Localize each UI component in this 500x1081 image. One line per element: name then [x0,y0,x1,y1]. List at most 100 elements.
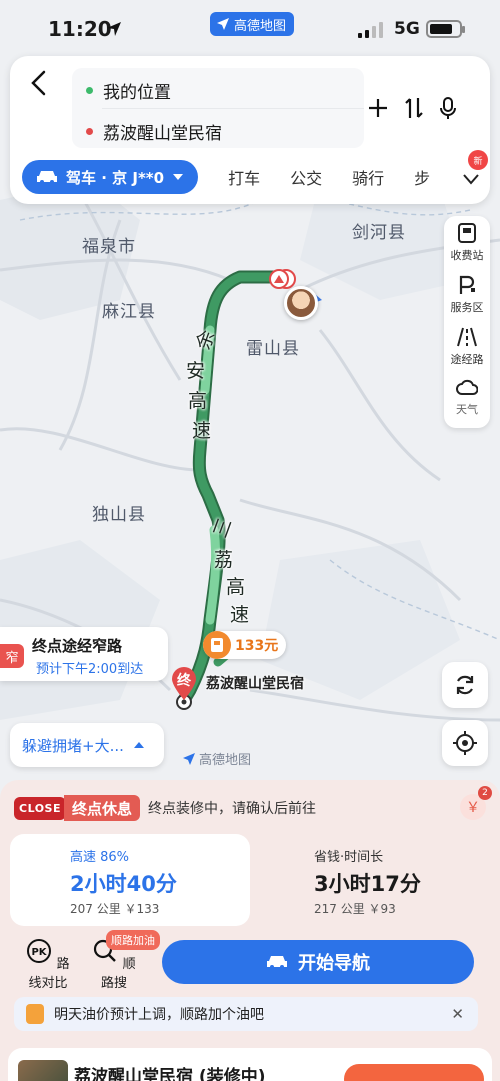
place-label: 麻江县 [102,302,156,322]
map-watermark: 高德地图 [182,749,251,768]
destination-map-label: 荔波醒山堂民宿 [206,676,304,692]
destination-card-title: 荔波醒山堂民宿 (装修中) [74,1067,266,1081]
car-icon [37,171,57,184]
refresh-route-button[interactable] [442,662,488,708]
tool-toll-station[interactable]: 收费站 [444,216,490,268]
tool-via-road[interactable]: 途经路 [444,320,490,372]
toll-price: 133元 [235,638,279,654]
cloud-icon [456,379,478,395]
road-name-char: 速 [230,604,250,626]
add-waypoint-icon[interactable] [364,94,392,122]
road-name-char: 安 [186,360,206,382]
destination-field[interactable]: 荔波醒山堂民宿 [86,119,222,144]
destination-card[interactable]: 荔波醒山堂民宿 (装修中) [8,1048,492,1081]
app-return-label: 高德地图 [234,18,287,34]
tool-label: 服务区 [450,301,484,314]
refresh-icon [456,675,474,695]
place-label: 雷山县 [246,339,300,359]
microphone-icon[interactable] [434,94,462,122]
mode-taxi[interactable]: 打车 [228,165,260,189]
amap-logo-icon [183,752,195,765]
route-option-meta: 207 公里 ￥133 [70,902,160,916]
route-planner-card: 我的位置 荔波醒山堂民宿 驾车 · 京 J**0 打车 公交 骑行 步 新 [10,56,490,204]
place-label: 剑河县 [352,223,406,243]
new-badge: 新 [468,150,488,170]
route-option-time: 2小时40分 [70,872,177,896]
narrow-hint-title: 终点途经窄路 [32,637,123,655]
travel-mode-row: 驾车 · 京 J**0 打车 公交 骑行 步 新 [22,150,490,194]
close-icon[interactable]: ✕ [451,1005,464,1023]
battery-icon [426,20,465,38]
route-option-time: 3小时17分 [314,872,421,896]
mode-transit[interactable]: 公交 [290,165,322,189]
tool-label: 天气 [456,403,478,416]
yen-icon[interactable]: ￥ 2 [460,786,492,820]
start-navigation-label: 开始导航 [298,953,370,974]
tool-weather[interactable]: 天气 [444,372,490,424]
route-option-tag: 高速 86% [70,850,130,865]
destination-warning[interactable]: CLOSE 终点休息 终点装修中，请确认后前往 [14,794,316,822]
user-avatar[interactable] [284,286,318,320]
destination-dot [86,128,93,135]
warning-tag: 终点休息 [63,795,140,821]
narrow-road-hint[interactable]: 窄 终点途经窄路 预计下午2:00到达 [0,627,168,681]
mode-drive[interactable]: 驾车 · 京 J**0 [22,160,199,194]
more-modes-chevron-icon[interactable] [458,166,484,192]
warning-text: 终点装修中，请确认后前往 [148,801,316,817]
mode-drive-label: 驾车 · 京 J**0 [66,168,165,187]
app-return-pill[interactable]: 高德地图 [210,12,295,36]
route-preference-label: 躲避拥堵+大... [22,736,124,755]
road-icon [457,327,477,347]
tool-label: 收费站 [450,249,484,262]
origin-dot [86,87,93,94]
back-icon[interactable] [24,68,54,98]
mode-bike[interactable]: 骑行 [352,165,384,189]
road-name-char: 高 [188,390,208,412]
route-option-fast[interactable]: 高速 86% 2小时40分 207 公里 ￥133 [10,834,250,926]
chevron-up-icon [133,742,144,748]
refuel-tag: 顺路加油 [106,930,160,950]
car-icon [267,956,287,969]
place-label: 福泉市 [82,237,136,257]
svg-text:PK: PK [32,947,48,958]
start-navigation-button[interactable]: 开始导航 [162,940,474,984]
route-option-cheap[interactable]: 省钱·时间长 3小时17分 217 公里 ￥93 [250,834,490,926]
watermark-text: 高德地图 [199,753,252,768]
fuel-tip-text: 明天油价预计上调，顺路加个油吧 [54,1007,264,1023]
fuel-icon [26,1004,44,1024]
fuel-tip-bar[interactable]: 明天油价预计上调，顺路加个油吧 ✕ [14,997,478,1031]
map-tools-panel: 收费站 服务区 途经路 天气 [444,216,490,428]
tool-label: 途经路 [450,353,484,366]
narrow-hint-eta: 预计下午2:00到达 [36,662,144,677]
destination-text: 荔波醒山堂民宿 [103,124,222,144]
close-badge: CLOSE [14,796,66,820]
clock: 11:20 [48,17,112,41]
origin-text: 我的位置 [103,83,171,103]
yen-count: 2 [478,786,492,800]
origin-field[interactable]: 我的位置 [86,78,171,103]
toll-marker[interactable]: 133元 [203,631,287,659]
end-pin[interactable]: 终 [170,666,198,702]
route-inputs: 我的位置 荔波醒山堂民宿 [72,68,364,148]
pk-icon: PK [27,939,52,963]
road-name-char: 速 [192,420,212,442]
mode-walk[interactable]: 步 [414,165,430,189]
swap-icon[interactable] [400,94,428,122]
route-compare-button[interactable]: PK 路线对比 [20,938,76,991]
narrow-tag: 窄 [0,644,24,668]
location-arrow-icon [107,22,121,36]
network-type: 5G [394,19,420,39]
destination-card-action[interactable] [344,1064,484,1081]
road-name-char: 高 [226,576,246,598]
route-option-tag: 省钱·时间长 [314,850,384,865]
place-label: 独山县 [92,505,146,525]
locate-button[interactable] [442,720,488,766]
route-bottom-sheet: CLOSE 终点休息 终点装修中，请确认后前往 ￥ 2 高速 86% 2小时40分… [0,780,500,1081]
chevron-down-icon [173,174,184,180]
route-option-meta: 217 公里 ￥93 [314,902,396,916]
tool-service-area[interactable]: 服务区 [444,268,490,320]
toll-station-icon [458,223,476,243]
service-area-icon [459,275,475,294]
end-pin-label: 终 [177,673,191,689]
route-preference-button[interactable]: 躲避拥堵+大... [10,723,164,767]
